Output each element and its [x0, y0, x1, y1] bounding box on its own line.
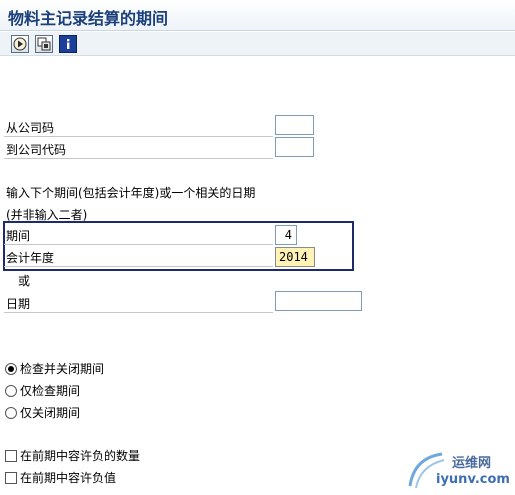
date-input[interactable] [275, 291, 362, 311]
from-company-input[interactable] [275, 115, 314, 135]
date-label: 日期 [6, 297, 31, 311]
to-company-row: 到公司代码 [4, 139, 273, 159]
option-label: 检查并关闭期间 [20, 362, 105, 376]
fiscal-year-row: 会计年度 [4, 247, 273, 267]
option-check-only[interactable]: 仅检查期间 [5, 383, 80, 399]
allow-negative-value-checkbox[interactable] [5, 472, 17, 484]
radio-button[interactable] [5, 407, 17, 419]
checkbox-label: 在前期中容许负的数量 [20, 449, 141, 463]
period-label: 期间 [6, 229, 31, 243]
option-close-only[interactable]: 仅关闭期间 [5, 405, 80, 421]
execute-icon [13, 37, 27, 51]
date-row: 日期 [4, 293, 273, 313]
execute-button[interactable] [11, 35, 29, 53]
allow-negative-value-row[interactable]: 在前期中容许负值 [5, 470, 116, 486]
or-label: 或 [18, 274, 31, 288]
radio-button[interactable] [5, 385, 17, 397]
radio-button[interactable] [5, 363, 17, 375]
from-company-label: 从公司码 [6, 121, 55, 135]
info-button[interactable] [59, 35, 77, 53]
period-input[interactable]: 4 [275, 225, 297, 245]
option-check-and-close[interactable]: 检查并关闭期间 [5, 361, 104, 377]
to-company-label: 到公司代码 [6, 143, 67, 157]
watermark-text-cn: 运维网 [452, 456, 492, 471]
hint-subtext: (并非输入二者) [6, 208, 88, 222]
info-icon [67, 39, 70, 49]
option-label: 仅关闭期间 [20, 406, 81, 420]
hint-text: 输入下个期间(包括会计年度)或一个相关的日期 [6, 186, 256, 200]
from-company-row: 从公司码 [4, 117, 273, 137]
title-bar: 物料主记录结算的期间 [0, 0, 515, 31]
checkbox-label: 在前期中容许负值 [20, 471, 117, 485]
fiscal-year-label: 会计年度 [6, 251, 55, 265]
allow-negative-quantity-row[interactable]: 在前期中容许负的数量 [5, 448, 140, 464]
variant-icon [37, 37, 51, 51]
application-toolbar [0, 32, 515, 56]
option-label: 仅检查期间 [20, 384, 81, 398]
variant-button[interactable] [35, 35, 53, 53]
fiscal-year-input[interactable]: 2014 [275, 247, 315, 267]
watermark: 运维网 iyunv.com [404, 448, 512, 492]
period-row: 期间 [4, 225, 273, 245]
to-company-input[interactable] [275, 137, 314, 157]
watermark-text-url: iyunv.com [436, 472, 510, 487]
allow-negative-quantity-checkbox[interactable] [5, 450, 17, 462]
page-title: 物料主记录结算的期间 [8, 9, 169, 28]
